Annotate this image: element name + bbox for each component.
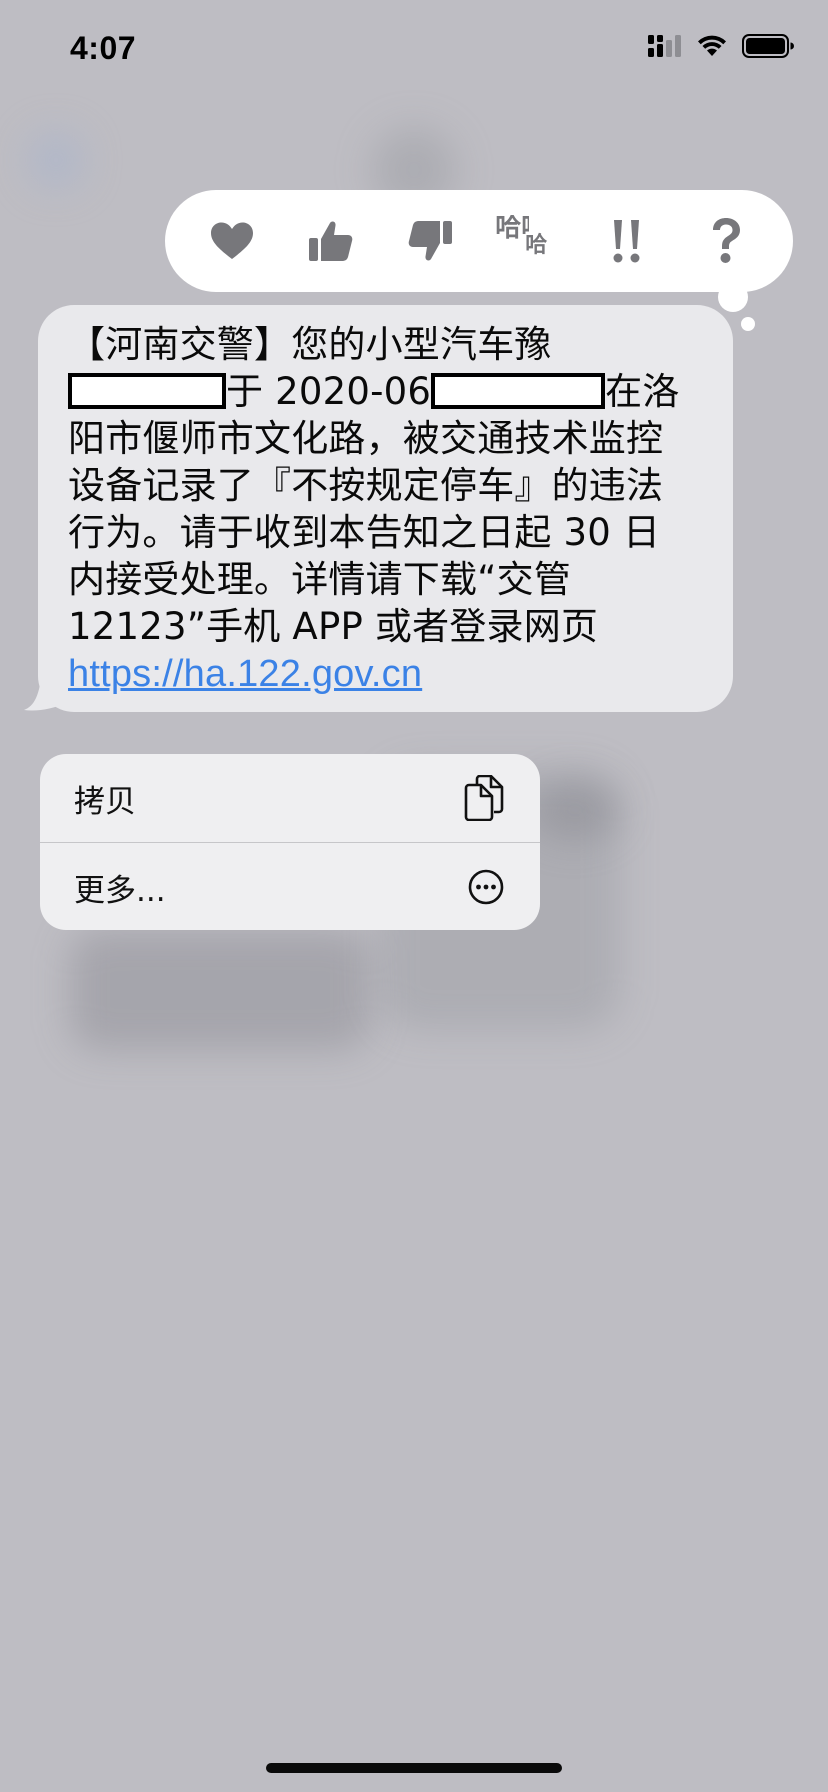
- message-line: 于 2020-06 在洛: [68, 368, 703, 415]
- message-line: 行为。请于收到本告知之日起 30 日: [68, 511, 661, 554]
- status-icons: [648, 34, 794, 58]
- copy-icon: [464, 775, 504, 821]
- tapback-haha[interactable]: 哈哈 哈: [495, 208, 561, 274]
- status-time: 4:07: [70, 30, 137, 66]
- exclamation-icon: [613, 220, 640, 263]
- thumbs-up-icon: [308, 221, 353, 261]
- tapback-exclamation[interactable]: [594, 208, 660, 274]
- message-line: 内接受处理。详情请下载“交管: [68, 558, 571, 601]
- tapback-bar: 哈哈 哈: [165, 190, 793, 292]
- tapback-bubble-tail: [718, 282, 748, 312]
- message-line: https://ha.122.gov.cn: [68, 650, 703, 698]
- message-line: 设备记录了『不按规定停车』的违法: [68, 464, 664, 507]
- copy-menu-item[interactable]: 拷贝: [40, 754, 540, 842]
- redacted-block: [68, 372, 226, 409]
- tapback-thumbs-down[interactable]: [397, 208, 463, 274]
- message-text: 【河南交警】您的小型汽车豫 于 2020-06 在洛 阳市偃师市文化路，被交通技术…: [68, 321, 703, 698]
- redacted-block: [431, 372, 606, 409]
- tapback-heart[interactable]: [199, 208, 265, 274]
- home-indicator[interactable]: [266, 1763, 562, 1773]
- signal-icon: [648, 35, 681, 57]
- more-menu-item[interactable]: 更多...: [40, 843, 540, 930]
- tapback-thumbs-up[interactable]: [298, 208, 364, 274]
- message-link[interactable]: https://ha.122.gov.cn: [68, 653, 422, 695]
- heart-icon: [211, 222, 254, 259]
- wifi-icon: [698, 35, 726, 56]
- message-line-segment: 在洛: [605, 370, 680, 413]
- question-icon: [712, 218, 740, 263]
- haha-icon: 哈哈 哈: [495, 211, 561, 271]
- context-menu: 拷贝 更多...: [40, 754, 540, 930]
- blurred-avatar: [28, 132, 84, 188]
- blurred-background: [530, 780, 620, 840]
- thumbs-down-icon: [408, 221, 452, 261]
- tapback-question[interactable]: [693, 208, 759, 274]
- battery-icon: [742, 34, 794, 58]
- copy-label: 拷贝: [74, 783, 136, 820]
- more-label: 更多...: [74, 872, 166, 909]
- status-bar: 4:07: [0, 0, 828, 100]
- message-line-segment: 于 2020-06: [226, 370, 432, 413]
- blurred-background: [70, 930, 370, 1050]
- ellipsis-circle-icon: [468, 869, 504, 905]
- message-line: 阳市偃师市文化路，被交通技术监控: [68, 417, 664, 460]
- tapback-bubble-tail-dot: [741, 317, 755, 331]
- message-bubble[interactable]: 【河南交警】您的小型汽车豫 于 2020-06 在洛 阳市偃师市文化路，被交通技术…: [38, 305, 733, 712]
- message-line: 12123”手机 APP 或者登录网页: [68, 605, 599, 648]
- message-line: 【河南交警】您的小型汽车豫: [68, 323, 552, 366]
- haha-text: 哈哈: [495, 215, 529, 241]
- haha-text-small: 哈: [525, 233, 548, 258]
